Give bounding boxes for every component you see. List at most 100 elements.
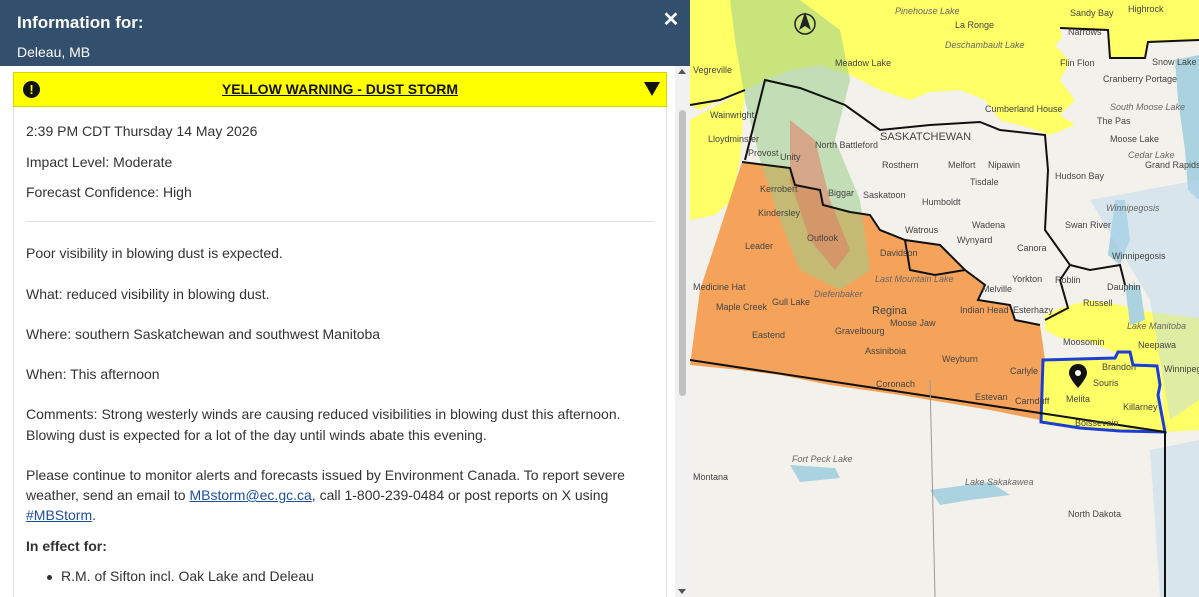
- map-label-regina: Regina: [872, 305, 908, 317]
- map-label-medicine-hat: Medicine Hat: [693, 282, 746, 292]
- map-label-vegreville: Vegreville: [693, 65, 732, 75]
- map-label-nipawin: Nipawin: [988, 160, 1020, 170]
- map-label-neepawa: Neepawa: [1138, 340, 1176, 350]
- panel-content: ! YELLOW WARNING - DUST STORM 2:39 PM CD…: [0, 66, 675, 597]
- map-label-carnduff: Carnduff: [1015, 396, 1050, 406]
- panel-scrollbar[interactable]: [675, 66, 690, 597]
- map-label-maple-creek: Maple Creek: [716, 302, 768, 312]
- map-label-rosthern: Rosthern: [882, 160, 919, 170]
- forecast-confidence: Forecast Confidence: High: [26, 184, 192, 200]
- map-label-diefenbaker: Diefenbaker: [814, 289, 864, 299]
- map-label-provost: Provost: [748, 148, 779, 158]
- email-link[interactable]: MBstorm@ec.gc.ca: [189, 487, 311, 503]
- map-label-snow-lake: Snow Lake: [1152, 57, 1197, 67]
- map-label-saskatchewan: SASKATCHEWAN: [880, 131, 971, 143]
- map-label-weyburn: Weyburn: [942, 354, 978, 364]
- contact-line-3: #MBStorm.: [26, 507, 96, 523]
- map-label-melfort: Melfort: [948, 160, 976, 170]
- map-label-canora: Canora: [1017, 243, 1047, 253]
- map-label-gravelbourg: Gravelbourg: [835, 326, 885, 336]
- map-label-sandy-bay: Sandy Bay: [1070, 8, 1114, 18]
- in-effect-heading: In effect for:: [26, 538, 107, 554]
- map-label-highrock: Highrock: [1128, 4, 1164, 14]
- map-label-moose-jaw: Moose Jaw: [890, 318, 936, 328]
- what-text: What: reduced visibility in blowing dust…: [26, 286, 270, 302]
- map-label-winnipegosis-lake: Winnipegosis: [1106, 203, 1160, 213]
- map-label-assiniboia: Assiniboia: [865, 346, 906, 356]
- map-label-humboldt: Humboldt: [922, 197, 961, 207]
- map-label-kerrobert: Kerrobert: [760, 184, 798, 194]
- panel-location: Deleau, MB: [17, 44, 91, 60]
- summary-text: Poor visibility in blowing dust is expec…: [26, 245, 283, 261]
- panel-title: Information for:: [17, 13, 144, 32]
- map-label-eastend: Eastend: [752, 330, 785, 340]
- section-divider: [26, 221, 654, 222]
- map-label-lake-sakakawea: Lake Sakakawea: [965, 477, 1034, 487]
- map-label-outlook: Outlook: [807, 233, 839, 243]
- map-label-russell: Russell: [1083, 298, 1113, 308]
- map-label-indian-head: Indian Head: [960, 305, 1009, 315]
- map-label-winnipeg: Winnipeg: [1164, 364, 1199, 374]
- warning-details: [13, 107, 667, 597]
- contact-mid: , call 1-800-239-0484 or post reports on…: [311, 487, 609, 503]
- contact-line-1: Please continue to monitor alerts and fo…: [26, 467, 625, 483]
- impact-level: Impact Level: Moderate: [26, 154, 173, 170]
- map-label-south-moose-lake: South Moose Lake: [1110, 102, 1185, 112]
- map-label-coronach: Coronach: [876, 379, 915, 389]
- map-label-last-mountain-lake: Last Mountain Lake: [875, 274, 954, 284]
- map-label-wynyard: Wynyard: [957, 235, 992, 245]
- close-icon[interactable]: ✕: [660, 9, 682, 31]
- map-label-deschambault-lake: Deschambault Lake: [945, 40, 1025, 50]
- map-label-estevan: Estevan: [975, 392, 1008, 402]
- map-label-wadena: Wadena: [972, 220, 1005, 230]
- list-bullet: [47, 575, 52, 580]
- map-label-souris: Souris: [1093, 378, 1119, 388]
- map-label-north-dakota: North Dakota: [1068, 509, 1121, 519]
- warning-title-link[interactable]: YELLOW WARNING - DUST STORM: [14, 81, 666, 97]
- collapse-triangle-icon[interactable]: [644, 82, 660, 96]
- map-label-cumberland-house: Cumberland House: [985, 104, 1063, 114]
- map-label-narrows: Narrows: [1068, 27, 1102, 37]
- map-label-melville: Melville: [982, 284, 1012, 294]
- info-panel: Information for: Deleau, MB ✕ ! YELLOW W…: [0, 0, 690, 597]
- map-label-moose-lake: Moose Lake: [1110, 134, 1159, 144]
- hashtag-link[interactable]: #MBStorm: [26, 507, 92, 523]
- map-label-saskatoon: Saskatoon: [863, 190, 906, 200]
- in-effect-item: R.M. of Sifton incl. Oak Lake and Deleau: [61, 568, 314, 584]
- map-label-carlyle: Carlyle: [1010, 366, 1038, 376]
- map-label-dauphin: Dauphin: [1107, 282, 1141, 292]
- map-label-unity: Unity: [780, 152, 801, 162]
- when-text: When: This afternoon: [26, 366, 160, 382]
- map-label-brandon: Brandon: [1102, 362, 1136, 372]
- panel-header: Information for: Deleau, MB ✕: [0, 0, 690, 66]
- map-label-hudson-bay: Hudson Bay: [1055, 171, 1105, 181]
- warning-header[interactable]: ! YELLOW WARNING - DUST STORM: [13, 72, 667, 107]
- issued-time: 2:39 PM CDT Thursday 14 May 2026: [26, 123, 258, 139]
- map-label-melita: Melita: [1066, 394, 1090, 404]
- scroll-down-arrow-icon[interactable]: [678, 589, 686, 594]
- map-label-la-ronge: La Ronge: [955, 20, 994, 30]
- contact-end: .: [92, 507, 97, 523]
- map-label-meadow-lake: Meadow Lake: [835, 58, 891, 68]
- scroll-up-arrow-icon[interactable]: [678, 69, 686, 74]
- scrollbar-thumb[interactable]: [679, 110, 686, 396]
- map-label-tisdale: Tisdale: [970, 177, 999, 187]
- map-label-the-pas: The Pas: [1097, 116, 1131, 126]
- map-label-winnipegosis: Winnipegosis: [1112, 251, 1166, 261]
- map-label-biggar: Biggar: [828, 188, 854, 198]
- map-label-killarney: Killarney: [1123, 402, 1158, 412]
- map-label-flin-flon: Flin Flon: [1060, 58, 1095, 68]
- map-label-wainwright: Wainwright: [710, 110, 755, 120]
- map-label-cedar-lake: Cedar Lake: [1128, 150, 1175, 160]
- comments-line-1: Comments: Strong westerly winds are caus…: [26, 406, 621, 422]
- contact-line-2: weather, send an email to MBstorm@ec.gc.…: [26, 487, 608, 503]
- comments-line-2: Blowing dust is expected for a lot of th…: [26, 427, 487, 443]
- map-label-leader: Leader: [745, 241, 773, 251]
- map-label-montana: Montana: [693, 472, 728, 482]
- map-label-davidson: Davidson: [880, 248, 918, 258]
- map-label-boissevain: Boissevain: [1075, 418, 1119, 428]
- map-label-kindersley: Kindersley: [758, 208, 801, 218]
- contact-prefix: weather, send an email to: [26, 487, 190, 503]
- map-label-roblin: Roblin: [1055, 275, 1081, 285]
- map-label-swan-river: Swan River: [1065, 220, 1111, 230]
